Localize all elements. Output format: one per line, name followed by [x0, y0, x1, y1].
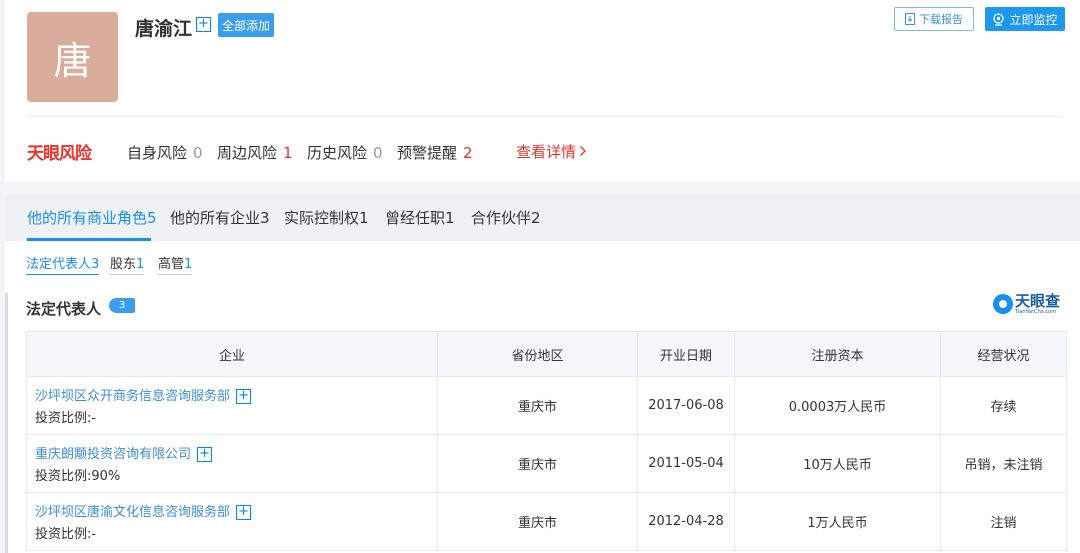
column-header: 企业: [26, 331, 438, 377]
risk-item-warning[interactable]: 预警提醒 2: [397, 142, 473, 163]
column-header: 开业日期: [637, 331, 735, 377]
company-link[interactable]: 沙坪坝区众开商务信息咨询服务部: [35, 389, 230, 404]
tab-actual-control[interactable]: 实际控制权1: [284, 207, 369, 228]
subtab-count: 3: [91, 257, 100, 272]
date-cell: 2017-06-08: [637, 376, 735, 435]
company-link[interactable]: 沙坪坝区唐渝文化信息咨询服务部: [35, 505, 230, 520]
avatar-char: 唐: [53, 38, 92, 83]
status-cell: 注销: [940, 492, 1067, 551]
count-badge: 3: [109, 298, 135, 313]
risk-item-history[interactable]: 历史风险 0: [307, 142, 383, 163]
subtab-shareholder[interactable]: 股东1: [110, 253, 145, 275]
sub-tabs: 法定代表人3 股东1 高管1: [5, 241, 1080, 285]
brand-name: 天眼查: [1015, 292, 1061, 310]
brand-logo: 天眼查 TianYanCha.com: [993, 293, 1060, 315]
view-details-label: 查看详情: [516, 143, 577, 161]
person-header-card: 唐 唐渝江 + 全部添加 下载报告 立即监控 天眼风险 自身风险 0 周边风险 1 …: [5, 0, 1080, 182]
column-header: 省份地区: [437, 331, 638, 377]
download-report-label: 下载报告: [919, 13, 963, 26]
chevron-right-icon: [580, 146, 587, 156]
download-icon: [905, 13, 915, 25]
add-all-button[interactable]: 全部添加: [218, 13, 274, 37]
brand-eye-icon: [993, 294, 1013, 314]
risk-count: 0: [193, 144, 203, 162]
company-cell: 重庆朗颙投资咨询有限公司 + 投资比例:90%: [26, 434, 438, 493]
monitor-now-button[interactable]: 立即监控: [985, 7, 1065, 31]
person-name: 唐渝江: [135, 18, 193, 40]
subtab-label: 法定代表人: [26, 257, 92, 272]
company-cell: 沙坪坝区唐渝文化信息咨询服务部 + 投资比例:-: [26, 492, 438, 551]
avatar: 唐: [27, 12, 118, 102]
table-header-row: 企业 省份地区 开业日期 注册资本 经营状况: [26, 331, 1067, 377]
section-title: 法定代表人: [26, 300, 102, 318]
capital-cell: 0.0003万人民币: [734, 376, 941, 435]
company-link[interactable]: 重庆朗颙投资咨询有限公司: [35, 447, 191, 462]
risk-label: 周边风险: [217, 144, 278, 162]
role-tabs: 他的所有商业角色5 他的所有企业3 实际控制权1 曾经任职1 合作伙伴2: [5, 195, 1080, 241]
investment-ratio: 投资比例:90%: [35, 469, 121, 484]
tab-all-roles[interactable]: 他的所有商业角色5: [27, 207, 157, 228]
add-company-plus-icon[interactable]: +: [197, 447, 213, 462]
legal-rep-section: 法定代表人 3 天眼查 TianYanCha.com 企业 省份地区 开业日期 …: [5, 285, 1080, 553]
tab-all-companies[interactable]: 他的所有企业3: [170, 207, 270, 228]
risk-label: 历史风险: [307, 144, 368, 162]
section-side-bar: [5, 293, 8, 553]
status-cell: 存续: [940, 376, 1067, 435]
risk-count: 1: [283, 144, 293, 162]
subtab-label: 高管: [158, 257, 185, 272]
risk-count: 0: [373, 144, 383, 162]
monitor-icon: [993, 12, 1005, 26]
view-details-link[interactable]: 查看详情: [516, 141, 587, 162]
subtab-executive[interactable]: 高管1: [158, 253, 193, 275]
company-cell: 沙坪坝区众开商务信息咨询服务部 + 投资比例:-: [26, 376, 438, 435]
add-company-plus-icon[interactable]: +: [236, 505, 252, 520]
risk-label: 自身风险: [127, 144, 188, 162]
region-cell: 重庆市: [437, 434, 638, 493]
subtab-label: 股东: [110, 257, 137, 272]
companies-table: 企业 省份地区 开业日期 注册资本 经营状况 沙坪坝区众开商务信息咨询服务部 + …: [26, 331, 1067, 551]
header-divider: [27, 116, 1062, 117]
investment-ratio: 投资比例:-: [35, 527, 97, 542]
add-company-plus-icon[interactable]: +: [236, 389, 252, 404]
download-report-button[interactable]: 下载报告: [894, 7, 974, 31]
tab-partners[interactable]: 合作伙伴2: [471, 207, 541, 228]
column-header: 注册资本: [734, 331, 941, 377]
add-person-plus-icon[interactable]: +: [196, 17, 211, 32]
status-cell: 吊销，未注销: [940, 434, 1067, 493]
risk-item-self[interactable]: 自身风险 0: [127, 142, 203, 163]
table-row: 重庆朗颙投资咨询有限公司 + 投资比例:90% 重庆市 2011-05-04 10…: [26, 434, 1067, 493]
risk-label: 预警提醒: [397, 144, 458, 162]
tab-past-positions[interactable]: 曾经任职1: [385, 207, 455, 228]
table-row: 沙坪坝区唐渝文化信息咨询服务部 + 投资比例:- 重庆市 2012-04-28 1…: [26, 492, 1067, 551]
risk-logo: 天眼风险: [27, 144, 92, 164]
subtab-count: 1: [136, 257, 145, 272]
date-cell: 2011-05-04: [637, 434, 735, 493]
investment-ratio: 投资比例:-: [35, 411, 97, 426]
brand-domain: TianYanCha.com: [1015, 309, 1057, 315]
capital-cell: 10万人民币: [734, 434, 941, 493]
table-row: 沙坪坝区众开商务信息咨询服务部 + 投资比例:- 重庆市 2017-06-08 0…: [26, 376, 1067, 435]
region-cell: 重庆市: [437, 492, 638, 551]
region-cell: 重庆市: [437, 376, 638, 435]
subtab-legal-rep[interactable]: 法定代表人3: [26, 253, 100, 275]
date-cell: 2012-04-28: [637, 492, 735, 551]
column-header: 经营状况: [940, 331, 1067, 377]
subtab-count: 1: [184, 257, 193, 272]
risk-item-surrounding[interactable]: 周边风险 1: [217, 142, 293, 163]
monitor-now-label: 立即监控: [1009, 12, 1058, 27]
risk-count: 2: [463, 144, 473, 162]
capital-cell: 1万人民币: [734, 492, 941, 551]
